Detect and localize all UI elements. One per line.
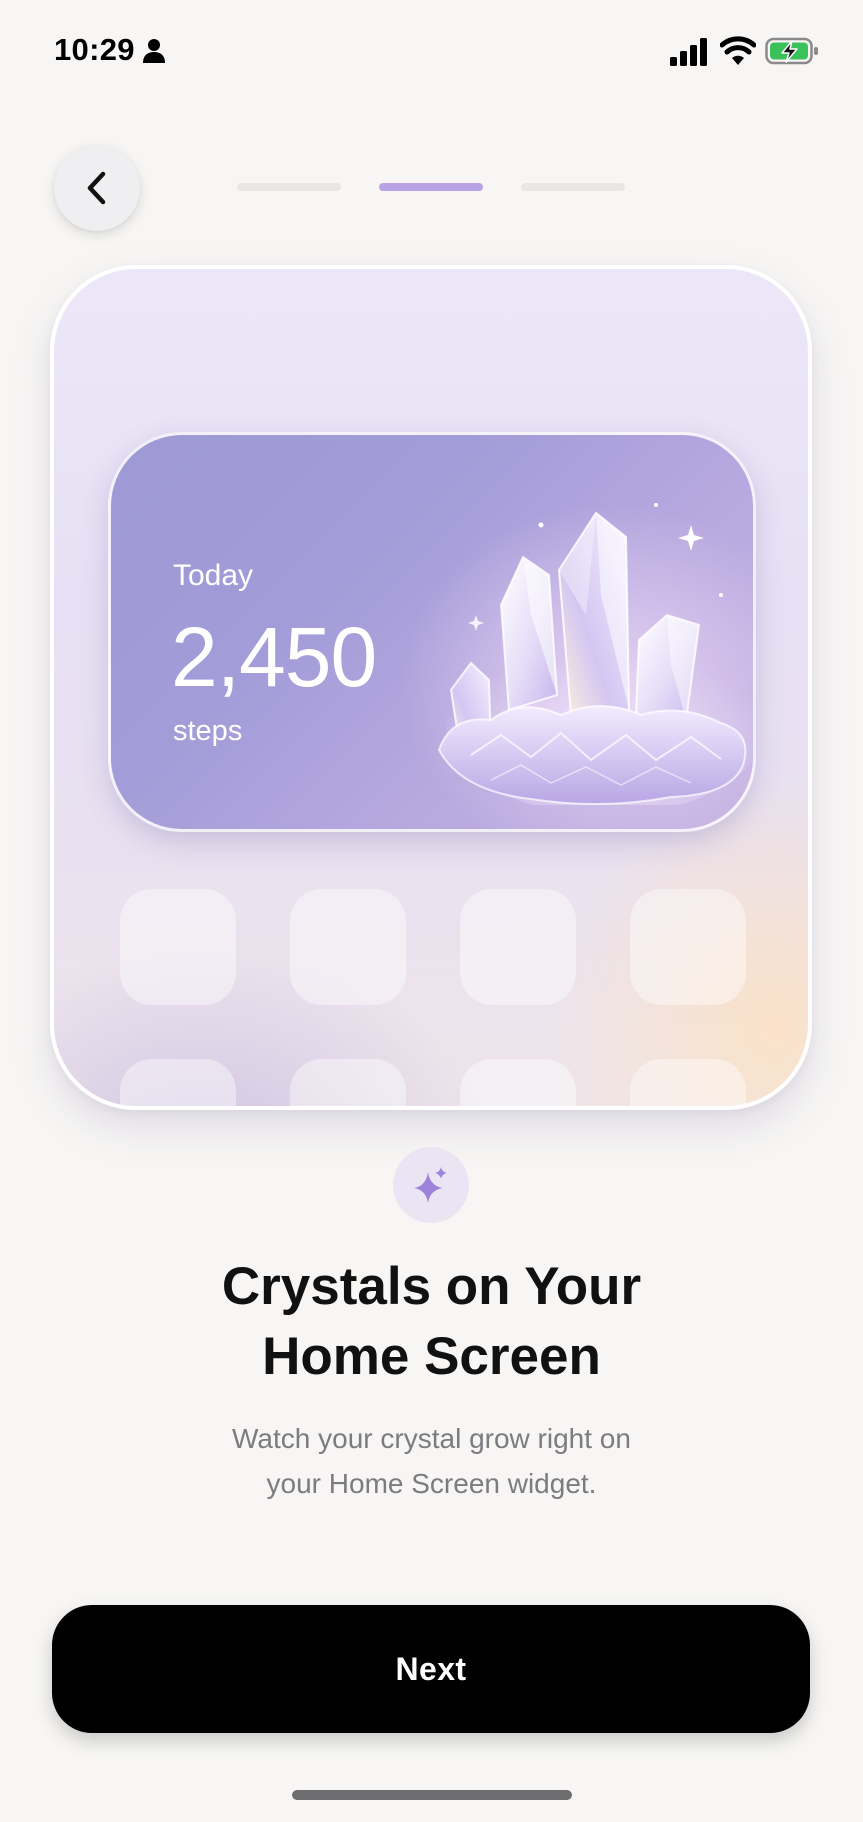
- back-button[interactable]: [54, 145, 140, 231]
- steps-widget: Today 2,450 steps: [108, 432, 756, 832]
- app-icon-placeholder: [460, 889, 576, 1005]
- app-icon-placeholder: [120, 1059, 236, 1106]
- sparkle-badge: [393, 1147, 469, 1223]
- progress-step-2-active: [379, 183, 483, 191]
- widget-label: Today: [173, 559, 254, 592]
- home-indicator[interactable]: [292, 1790, 572, 1800]
- onboarding-progress: [237, 183, 627, 191]
- page-title: Crystals on Your Home Screen: [0, 1252, 863, 1392]
- home-screen-preview: Today 2,450 steps: [50, 265, 812, 1110]
- app-icon-placeholder: [630, 1059, 746, 1106]
- progress-step-1: [237, 183, 341, 191]
- widget-unit: steps: [173, 715, 243, 747]
- person-icon: [143, 39, 165, 63]
- page-title-line-2: Home Screen: [262, 1327, 601, 1386]
- status-bar: 10:29: [0, 28, 863, 74]
- sparkle-icon: [414, 1167, 447, 1203]
- app-icon-placeholder: [290, 1059, 406, 1106]
- status-time: 10:29: [54, 32, 135, 67]
- description-line-2: your Home Screen widget.: [266, 1468, 597, 1499]
- wifi-icon: [720, 36, 756, 65]
- cellular-signal-icon: [670, 38, 707, 66]
- description-line-1: Watch your crystal grow right on: [232, 1423, 631, 1454]
- app-icon-placeholder: [460, 1059, 576, 1106]
- next-button[interactable]: Next: [52, 1605, 810, 1733]
- page-title-line-1: Crystals on Your: [221, 1257, 642, 1316]
- app-icon-placeholder: [630, 889, 746, 1005]
- battery-charging-icon: [765, 37, 818, 65]
- widget-step-count: 2,450: [171, 610, 377, 704]
- app-icon-placeholder: [120, 889, 236, 1005]
- chevron-left-icon: [87, 171, 106, 205]
- page-description: Watch your crystal grow right on your Ho…: [0, 1416, 863, 1506]
- progress-step-3: [521, 183, 625, 191]
- onboarding-screen: 10:29 Today 2,450 steps Crystals on Your…: [0, 0, 863, 1822]
- crystal-cluster-image: [437, 503, 753, 805]
- app-icon-placeholder: [290, 889, 406, 1005]
